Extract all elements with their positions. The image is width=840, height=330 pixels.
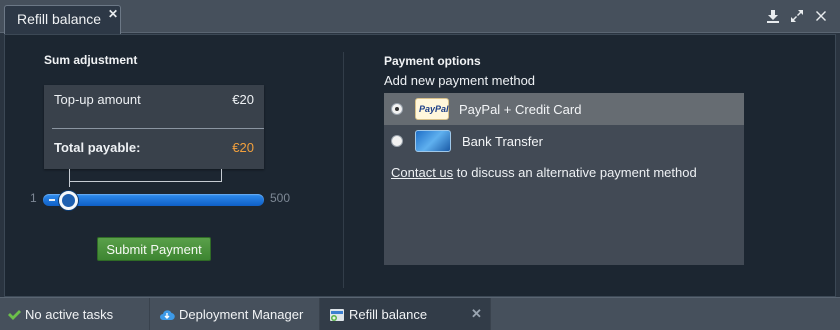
slider-connector — [69, 169, 222, 182]
task-label: Deployment Manager — [179, 307, 304, 322]
paypal-radio[interactable] — [391, 103, 403, 115]
contact-us-link[interactable]: Contact us — [391, 165, 453, 180]
task-label: No active tasks — [25, 307, 114, 322]
total-row: Total payable: €20 — [54, 140, 254, 155]
paypal-icon: PayPal — [415, 98, 449, 120]
submit-payment-button[interactable]: Submit Payment — [97, 237, 211, 261]
slider-min-label: 1 — [30, 191, 37, 205]
slider-max-label: 500 — [270, 191, 291, 205]
download-icon[interactable] — [765, 8, 781, 24]
cloud-icon — [159, 307, 175, 323]
topup-row: Top-up amount €20 — [54, 92, 254, 107]
task-no-active-tasks[interactable]: No active tasks — [0, 298, 150, 330]
payment-options-title: Payment options — [384, 54, 481, 68]
window-tab-refill-balance[interactable]: Refill balance ✕ — [4, 5, 121, 34]
payment-option-paypal[interactable]: PayPal PayPal + Credit Card — [384, 93, 744, 125]
paypal-label: PayPal + Credit Card — [459, 102, 582, 117]
close-icon[interactable]: ✕ — [108, 7, 118, 21]
bank-card-icon — [415, 130, 451, 152]
task-label: Refill balance — [349, 307, 428, 322]
payment-methods-list: PayPal PayPal + Credit Card Bank Transfe… — [384, 93, 744, 265]
window-tab-label: Refill balance — [17, 11, 102, 27]
amount-slider-thumb[interactable] — [59, 191, 78, 210]
summary-box: Top-up amount €20 Total payable: €20 — [44, 85, 264, 169]
topup-value: €20 — [232, 92, 254, 107]
sum-adjustment-title: Sum adjustment — [44, 53, 138, 67]
total-label: Total payable: — [54, 140, 141, 155]
total-value: €20 — [232, 140, 254, 155]
close-window-icon[interactable] — [813, 8, 829, 24]
bank-transfer-radio[interactable] — [391, 135, 403, 147]
taskbar: No active tasks Deployment Manager Refil… — [0, 297, 840, 330]
summary-divider — [52, 128, 264, 129]
slider-connector-tick — [69, 181, 70, 187]
task-refill-balance[interactable]: Refill balance — [320, 298, 491, 330]
window-header: Refill balance ✕ — [0, 0, 840, 34]
payment-options-subtitle: Add new payment method — [384, 73, 536, 88]
close-icon[interactable]: ✕ — [471, 306, 482, 322]
task-deployment-manager[interactable]: Deployment Manager — [150, 298, 320, 330]
alternative-payment-note: Contact us to discuss an alternative pay… — [391, 165, 697, 180]
payment-option-bank-transfer[interactable]: Bank Transfer — [384, 125, 744, 157]
column-separator — [343, 52, 344, 288]
alternative-payment-text: to discuss an alternative payment method — [453, 165, 697, 180]
topup-label: Top-up amount — [54, 92, 141, 107]
refill-icon — [329, 307, 345, 323]
bank-transfer-label: Bank Transfer — [462, 134, 543, 149]
expand-icon[interactable] — [789, 8, 805, 24]
check-icon — [6, 307, 22, 323]
